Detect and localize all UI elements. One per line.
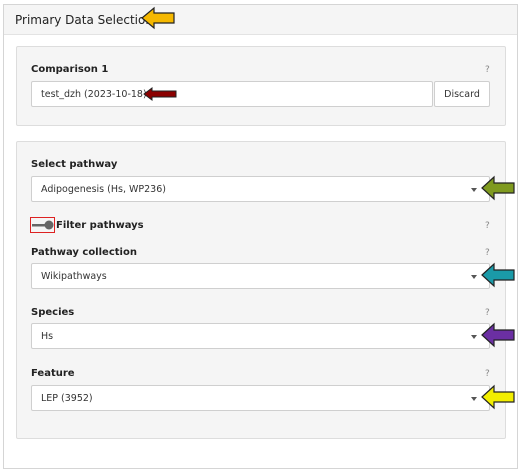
comparison-help-icon[interactable]: ?	[485, 65, 490, 75]
chevron-down-icon	[471, 335, 477, 339]
comparison-input[interactable]: test_dzh (2023-10-18)	[31, 81, 433, 107]
annotation-arrow-collection-icon	[481, 262, 515, 288]
pathway-collection-dropdown[interactable]: Wikipathways	[31, 263, 490, 289]
select-pathway-dropdown[interactable]: Adipogenesis (Hs, WP236)	[31, 176, 490, 202]
species-value: Hs	[41, 331, 54, 342]
filter-pathways-toggle[interactable]	[31, 219, 55, 231]
species-dropdown[interactable]: Hs	[31, 323, 490, 349]
pathway-collection-value: Wikipathways	[41, 271, 107, 282]
annotation-arrow-comparison-icon	[143, 87, 177, 101]
chevron-down-icon	[471, 397, 477, 401]
comparison-label: Comparison 1	[31, 64, 109, 75]
annotation-arrow-title-icon	[141, 6, 175, 30]
feature-value: LEP (3952)	[41, 393, 93, 404]
select-pathway-label: Select pathway	[31, 159, 118, 170]
filter-pathways-label: Filter pathways	[56, 220, 144, 231]
species-label: Species	[31, 307, 75, 318]
annotation-arrow-feature-icon	[481, 384, 515, 410]
panel-header: Primary Data Selection	[4, 5, 517, 35]
feature-dropdown[interactable]: LEP (3952)	[31, 385, 490, 411]
chevron-down-icon	[471, 188, 477, 192]
comparison-value: test_dzh (2023-10-18)	[41, 89, 147, 100]
pathway-collection-label: Pathway collection	[31, 247, 137, 258]
panel-title: Primary Data Selection	[15, 13, 153, 27]
discard-button-label: Discard	[444, 89, 480, 100]
chevron-down-icon	[471, 275, 477, 279]
species-help-icon[interactable]: ?	[485, 308, 490, 318]
discard-button[interactable]: Discard	[434, 81, 490, 107]
feature-help-icon[interactable]: ?	[485, 369, 490, 379]
filter-help-icon[interactable]: ?	[485, 221, 490, 231]
feature-label: Feature	[31, 368, 75, 379]
annotation-arrow-species-icon	[481, 322, 515, 348]
collection-help-icon[interactable]: ?	[485, 248, 490, 258]
annotation-arrow-pathway-icon	[481, 175, 515, 201]
select-pathway-value: Adipogenesis (Hs, WP236)	[41, 184, 166, 195]
